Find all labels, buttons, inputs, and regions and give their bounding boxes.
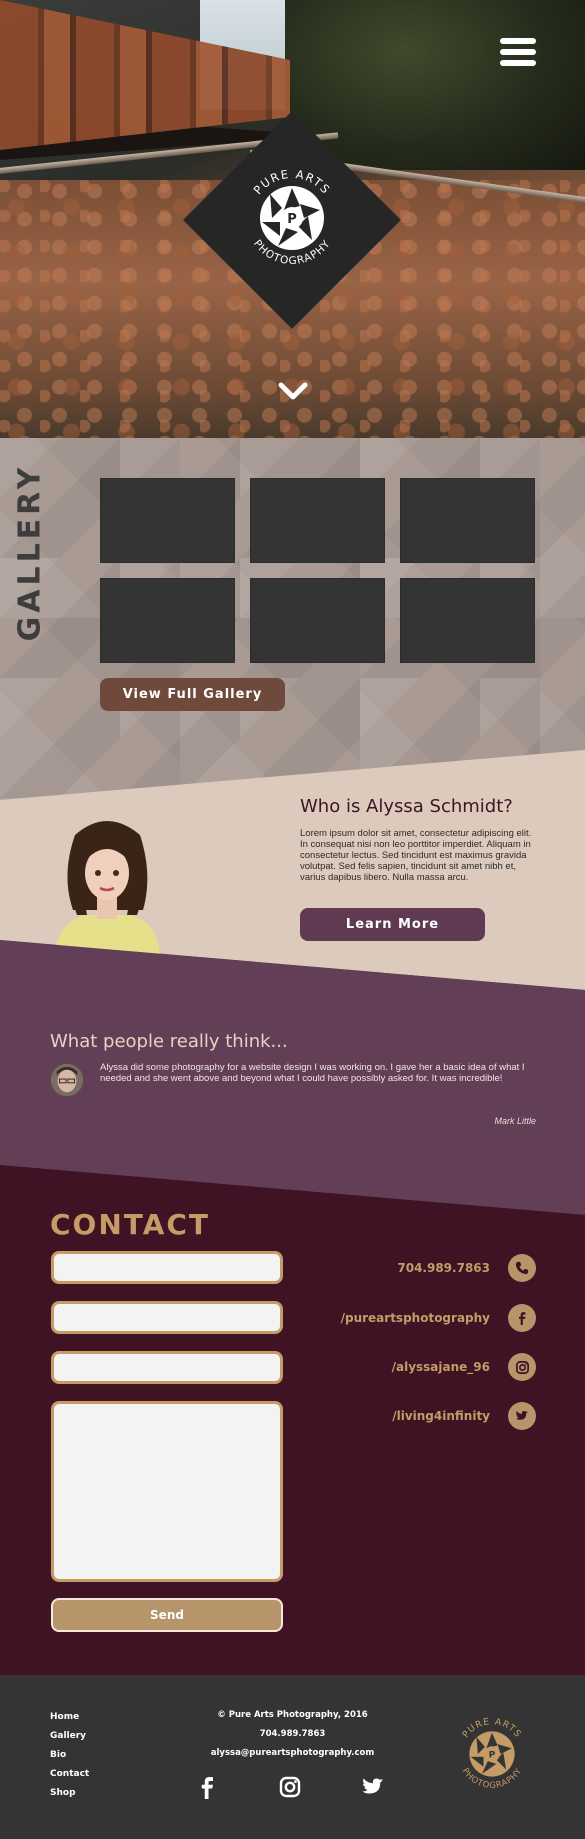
gallery-title: GALLERY [12, 463, 48, 642]
contact-twitter-row[interactable]: /living4infinity [392, 1402, 536, 1430]
contact-title: CONTACT [50, 1208, 211, 1241]
footer-nav: Home Gallery Bio Contact Shop [50, 1712, 89, 1807]
footer-email[interactable]: alyssa@pureartsphotography.com [170, 1748, 415, 1767]
phone-icon[interactable] [508, 1254, 536, 1282]
gallery-thumbnail[interactable] [100, 578, 235, 663]
gallery-thumbnail[interactable] [100, 478, 235, 563]
footer-link-gallery[interactable]: Gallery [50, 1731, 89, 1750]
testimonial-quote: Alyssa did some photography for a websit… [100, 1062, 525, 1084]
gallery-thumbnail[interactable] [400, 578, 535, 663]
chevron-down-icon[interactable] [278, 380, 308, 402]
testimonial-title: What people really think... [50, 1031, 288, 1052]
learn-more-button[interactable]: Learn More [300, 908, 485, 941]
contact-phone-row[interactable]: 704.989.7863 [397, 1254, 536, 1282]
instagram-icon[interactable] [508, 1353, 536, 1381]
about-title: Who is Alyssa Schmidt? [300, 796, 513, 817]
footer-logo-letter: P [489, 1750, 496, 1761]
gallery-thumbnail[interactable] [400, 478, 535, 563]
contact-name-field[interactable] [51, 1251, 283, 1284]
contact-facebook-row[interactable]: /pureartsphotography [341, 1304, 536, 1332]
footer-link-shop[interactable]: Shop [50, 1788, 89, 1807]
avatar [50, 1063, 84, 1097]
instagram-icon[interactable] [278, 1775, 302, 1799]
aperture-icon: P [260, 186, 324, 250]
hamburger-menu-icon[interactable] [500, 38, 536, 68]
twitter-icon[interactable] [361, 1775, 385, 1799]
footer-link-bio[interactable]: Bio [50, 1750, 89, 1769]
send-button[interactable]: Send [51, 1598, 283, 1632]
hero-logo[interactable]: PURE ARTS PHOTOGRAPHY P [234, 160, 350, 276]
contact-facebook-label: /pureartsphotography [340, 1311, 490, 1325]
footer-logo[interactable]: PURE ARTS PHOTOGRAPHY P [451, 1713, 533, 1795]
aperture-icon: P [469, 1731, 515, 1777]
footer-copyright: © Pure Arts Photography, 2016 [217, 1710, 368, 1720]
facebook-icon[interactable] [508, 1304, 536, 1332]
view-full-gallery-button[interactable]: View Full Gallery [100, 678, 285, 711]
contact-phone-label: 704.989.7863 [397, 1261, 490, 1275]
gallery-thumbnail[interactable] [250, 478, 385, 563]
contact-subject-field[interactable] [51, 1351, 283, 1384]
facebook-icon[interactable] [195, 1775, 219, 1799]
about-text: Lorem ipsum dolor sit amet, consectetur … [300, 828, 532, 883]
contact-instagram-row[interactable]: /alyssajane_96 [392, 1353, 536, 1381]
footer-phone: 704.989.7863 [259, 1729, 326, 1739]
hero-trees [285, 0, 585, 170]
contact-email-field[interactable] [51, 1301, 283, 1334]
contact-instagram-label: /alyssajane_96 [391, 1360, 490, 1374]
footer-link-home[interactable]: Home [50, 1712, 89, 1731]
hero-logo-letter: P [287, 212, 297, 227]
twitter-icon[interactable] [508, 1402, 536, 1430]
contact-twitter-label: /living4infinity [392, 1409, 490, 1423]
testimonial-author: Mark Little [494, 1116, 536, 1126]
contact-message-field[interactable] [51, 1401, 283, 1582]
gallery-thumbnail[interactable] [250, 578, 385, 663]
footer-info: © Pure Arts Photography, 2016 704.989.78… [170, 1710, 415, 1767]
footer-link-contact[interactable]: Contact [50, 1769, 89, 1788]
alyssa-portrait [55, 821, 160, 955]
